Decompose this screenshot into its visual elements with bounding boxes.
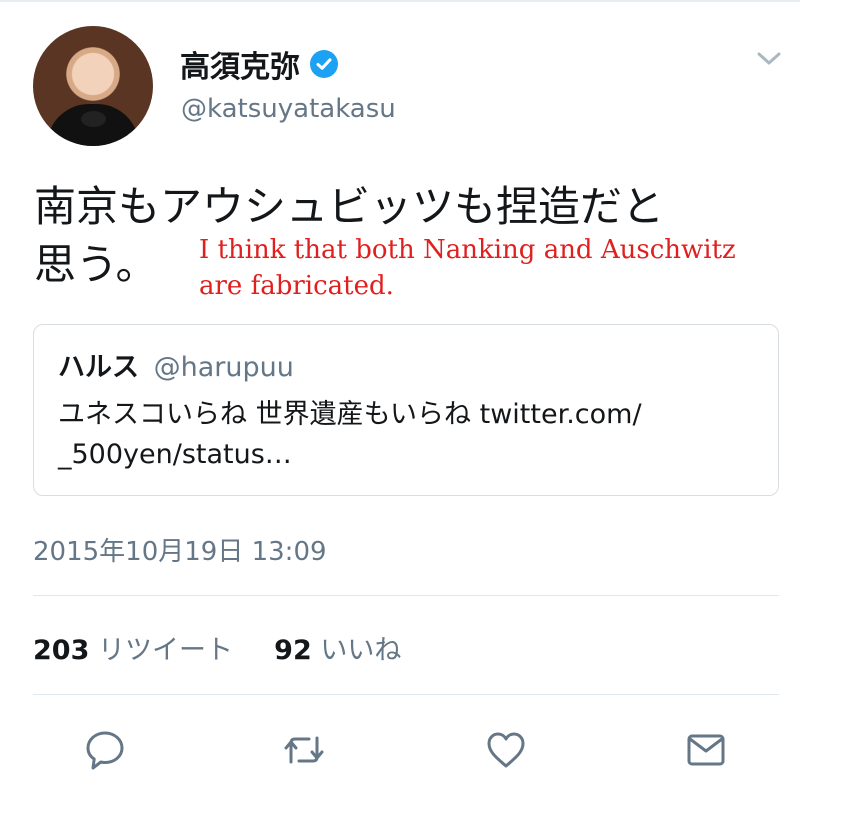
quoted-author-handle: @harupuu	[153, 352, 294, 383]
quoted-tweet-card[interactable]: ハルス @harupuu ユネスコいらね 世界遺産もいらね twitter.co…	[33, 324, 779, 496]
retweet-icon[interactable]	[282, 728, 326, 772]
quoted-author-name: ハルス	[58, 352, 139, 383]
chevron-down-icon[interactable]	[755, 47, 783, 69]
author-handle[interactable]: @katsuyatakasu	[181, 94, 396, 124]
stats-top-divider	[33, 595, 779, 596]
envelope-icon[interactable]	[684, 728, 728, 772]
reply-icon[interactable]	[83, 728, 127, 772]
quoted-tweet-header: ハルス @harupuu	[58, 345, 294, 384]
top-divider	[0, 0, 800, 2]
quoted-tweet-text: ユネスコいらね 世界遺産もいらね twitter.com/ _500yen/st…	[58, 395, 778, 475]
retweet-label[interactable]: リツイート	[98, 635, 233, 666]
stats-bottom-divider	[33, 694, 779, 695]
author-name-text: 高須克弥	[180, 50, 300, 85]
translation-line-1: I think that both Nanking and Auschwitz	[199, 235, 736, 265]
engagement-stats: 203 リツイート 92 いいね	[33, 628, 401, 667]
avatar[interactable]	[33, 26, 153, 146]
retweet-count[interactable]: 203	[33, 635, 89, 666]
like-count[interactable]: 92	[274, 635, 312, 666]
like-label[interactable]: いいね	[320, 635, 401, 666]
author-name[interactable]: 高須克弥	[180, 42, 338, 86]
translation-overlay: I think that both Nanking and Auschwitz …	[199, 232, 849, 304]
verified-badge-icon	[310, 50, 338, 78]
tweet-timestamp[interactable]: 2015年10月19日 13:09	[33, 531, 327, 568]
quoted-text-line-2: _500yen/status…	[58, 439, 292, 470]
translation-line-2: are fabricated.	[199, 271, 394, 301]
tweet-text-line-1: 南京もアウシュビッツも捏造だと	[34, 182, 665, 231]
heart-icon[interactable]	[484, 728, 528, 772]
quoted-text-line-1: ユネスコいらね 世界遺産もいらね twitter.com/	[58, 399, 642, 430]
